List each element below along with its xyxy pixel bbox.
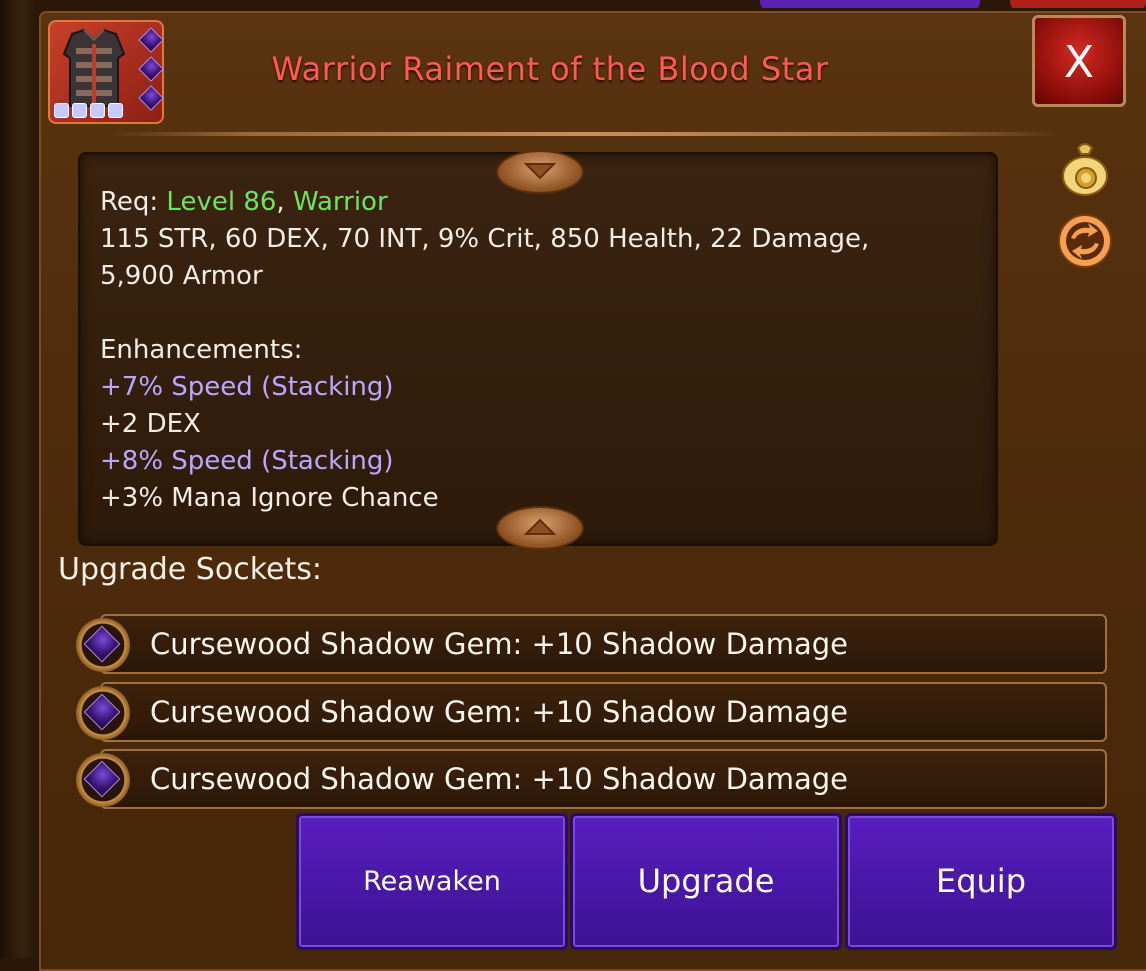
item-thumbnail[interactable] (48, 20, 164, 124)
gem-slot-icon (138, 85, 164, 111)
close-button[interactable]: X (1032, 15, 1126, 107)
base-stats-line-1: 115 STR, 60 DEX, 70 INT, 9% Crit, 850 He… (100, 224, 870, 254)
quality-pips (54, 103, 123, 118)
socket-text: Cursewood Shadow Gem: +10 Shadow Damage (150, 695, 848, 729)
chevron-up-icon (523, 518, 557, 535)
shadow-gem-icon (76, 753, 130, 807)
quality-pip (72, 103, 87, 118)
armor-vest-icon (62, 28, 126, 107)
socket-text: Cursewood Shadow Gem: +10 Shadow Damage (150, 762, 848, 796)
swap-arrows-icon[interactable] (1056, 212, 1114, 270)
enhancements-heading: Enhancements: (100, 335, 303, 365)
scroll-up-button[interactable] (496, 506, 584, 550)
base-stats-line-2: 5,900 Armor (100, 261, 263, 291)
background-left-edge (0, 0, 36, 958)
enhancement-item: +7% Speed (Stacking) (100, 372, 394, 402)
item-stats-panel[interactable]: Req: Level 86, Warrior 115 STR, 60 DEX, … (78, 152, 998, 546)
quality-pip (90, 103, 105, 118)
title-divider (110, 132, 1060, 136)
item-title: Warrior Raiment of the Blood Star (271, 50, 829, 88)
required-level: Level 86 (166, 187, 277, 217)
shadow-gem-icon (76, 618, 130, 672)
chevron-down-icon (523, 163, 557, 180)
gem-slot-icon (138, 27, 164, 53)
quality-pip (54, 103, 69, 118)
upgrade-button[interactable]: Upgrade (570, 813, 842, 950)
socket-text: Cursewood Shadow Gem: +10 Shadow Damage (150, 627, 848, 661)
reawaken-button[interactable]: Reawaken (296, 813, 568, 950)
equip-button[interactable]: Equip (845, 813, 1117, 950)
enhancement-item: +2 DEX (100, 409, 201, 439)
requirements-prefix: Req: (100, 187, 167, 217)
scroll-down-button[interactable] (496, 150, 584, 194)
required-class: Warrior (292, 187, 388, 217)
gem-icon (83, 760, 121, 798)
upgrade-sockets-heading: Upgrade Sockets: (58, 552, 322, 587)
item-gem-slots (136, 27, 164, 113)
shadow-gem-icon (76, 686, 130, 740)
requirements-separator: , (276, 187, 293, 217)
gem-icon (83, 625, 121, 663)
quality-pip (108, 103, 123, 118)
gem-icon (83, 693, 121, 731)
gold-bag-icon[interactable] (1056, 138, 1114, 196)
enhancement-item: +8% Speed (Stacking) (100, 446, 394, 476)
